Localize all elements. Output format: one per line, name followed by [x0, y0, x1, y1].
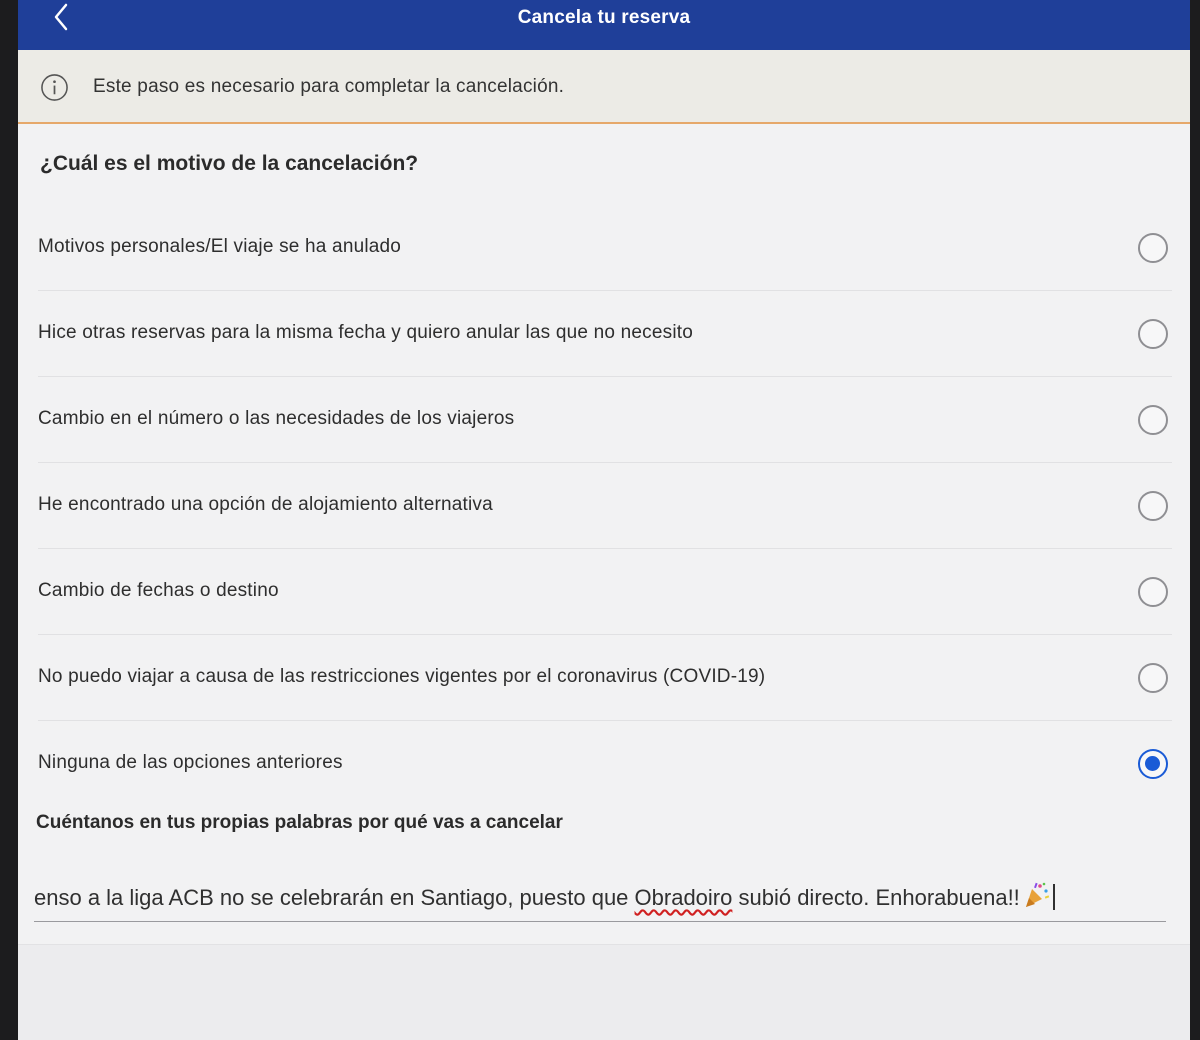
cancellation-question: ¿Cuál es el motivo de la cancelación? — [40, 152, 419, 175]
option-other-bookings[interactable]: Hice otras reservas para la misma fecha … — [38, 291, 1172, 377]
text-segment: enso a la liga ACB no se celebrarán en S… — [34, 885, 635, 910]
option-label: No puedo viajar a causa de las restricci… — [38, 666, 766, 687]
info-banner: Este paso es necesario para completar la… — [18, 50, 1190, 124]
option-dates-destination[interactable]: Cambio de fechas o destino — [38, 549, 1172, 635]
option-label: Motivos personales/El viaje se ha anulad… — [38, 236, 402, 257]
option-label: He encontrado una opción de alojamiento … — [38, 494, 493, 515]
text-segment: subió directo. Enhorabuena!! — [732, 885, 1020, 910]
reason-options: Motivos personales/El viaje se ha anulad… — [18, 205, 1190, 807]
option-none-of-above[interactable]: Ninguna de las opciones anteriores — [38, 721, 1172, 807]
option-alternative-accommodation[interactable]: He encontrado una opción de alojamiento … — [38, 463, 1172, 549]
reason-text-input[interactable]: enso a la liga ACB no se celebrarán en S… — [34, 868, 1166, 922]
reason-text-value[interactable]: enso a la liga ACB no se celebrarán en S… — [34, 881, 1055, 911]
radio-button[interactable] — [1138, 577, 1168, 607]
misspelled-word: Obradoiro — [634, 885, 733, 910]
radio-button[interactable] — [1138, 233, 1168, 263]
party-popper-icon — [1025, 882, 1050, 907]
page-title: Cancela tu reserva — [517, 7, 691, 28]
info-icon — [41, 74, 68, 101]
option-personal-reasons[interactable]: Motivos personales/El viaje se ha anulad… — [38, 205, 1172, 291]
nav-bar: Cancela tu reserva — [18, 0, 1190, 50]
option-label: Ninguna de las opciones anteriores — [38, 752, 343, 773]
radio-button[interactable] — [1138, 319, 1168, 349]
explain-label: Cuéntanos en tus propias palabras por qu… — [36, 812, 563, 833]
info-text: Este paso es necesario para completar la… — [93, 76, 565, 97]
app-screen: Cancela tu reserva Este paso es necesari… — [18, 0, 1190, 1040]
radio-button-selected[interactable] — [1138, 749, 1168, 779]
bottom-area — [18, 944, 1190, 1040]
option-covid-restrictions[interactable]: No puedo viajar a causa de las restricci… — [38, 635, 1172, 721]
radio-button[interactable] — [1138, 405, 1168, 435]
option-label: Hice otras reservas para la misma fecha … — [38, 322, 693, 343]
option-label: Cambio de fechas o destino — [38, 580, 279, 601]
radio-button[interactable] — [1138, 663, 1168, 693]
option-label: Cambio en el número o las necesidades de… — [38, 408, 515, 429]
text-caret — [1052, 884, 1055, 910]
option-travellers-change[interactable]: Cambio en el número o las necesidades de… — [38, 377, 1172, 463]
radio-button[interactable] — [1138, 491, 1168, 521]
